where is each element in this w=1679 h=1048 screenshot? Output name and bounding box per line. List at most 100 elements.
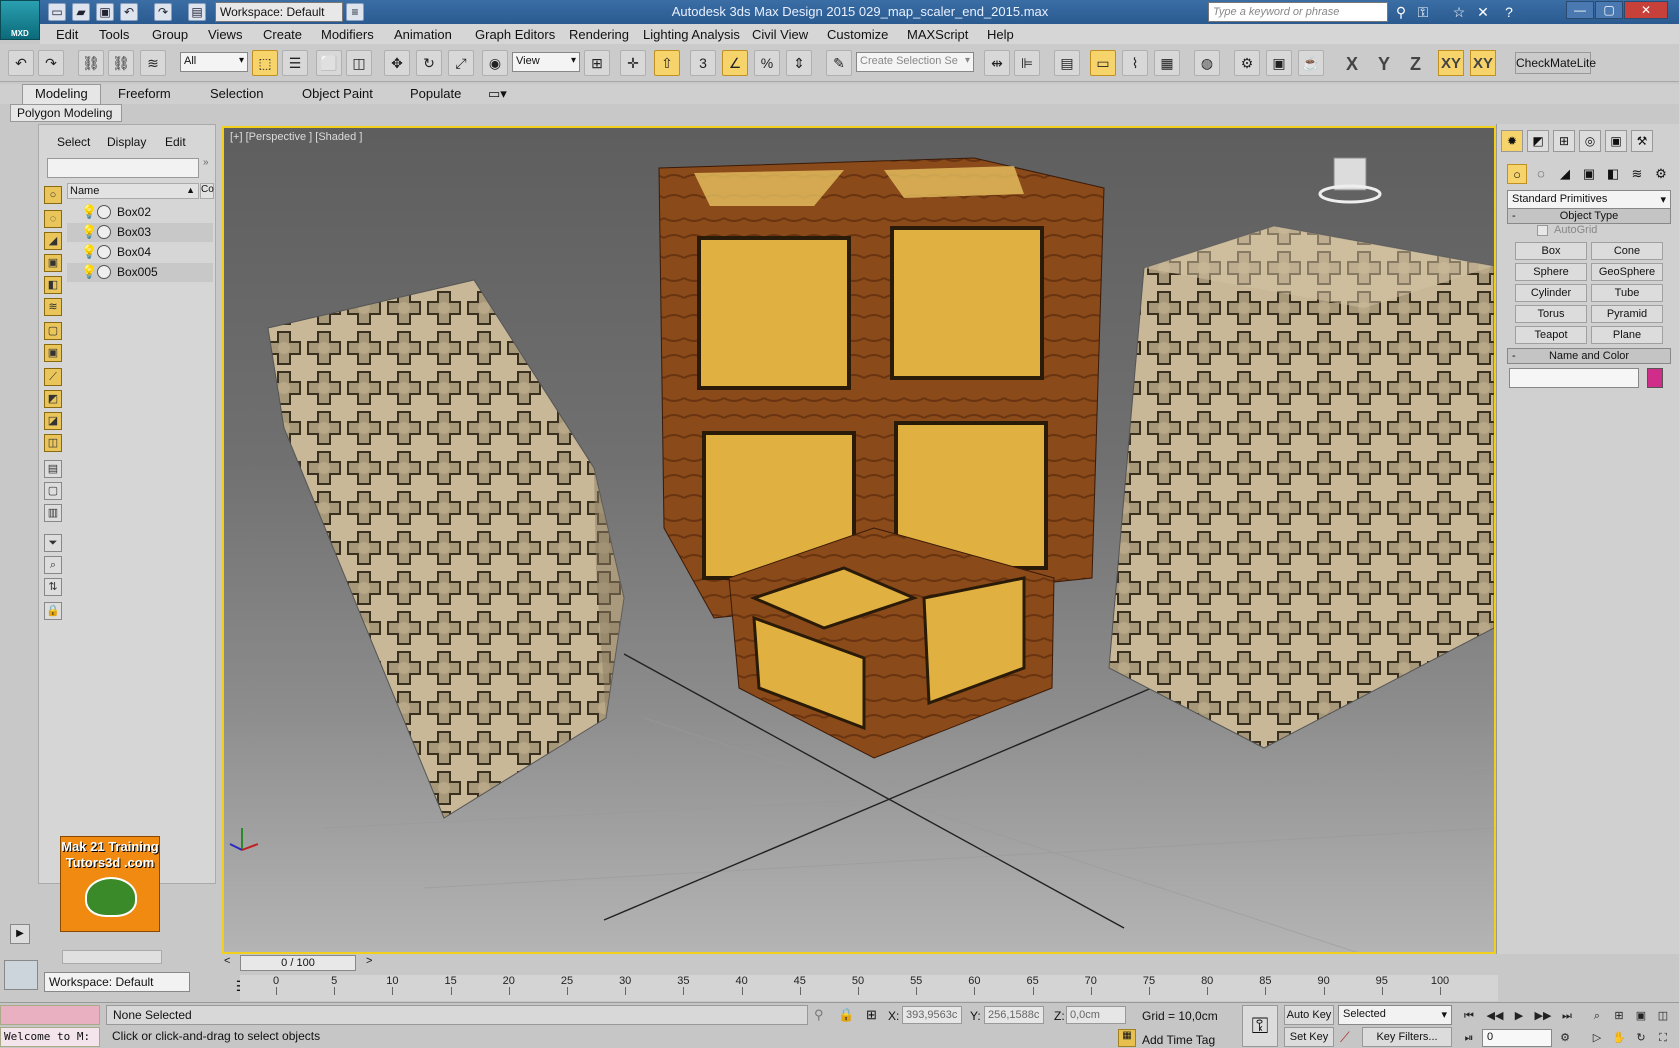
list-item[interactable]: 💡 Box04 [67, 243, 213, 262]
list-item[interactable]: 💡 Box005 [67, 263, 213, 282]
zoom-all-icon[interactable]: ⊞ [1610, 1007, 1628, 1025]
tab-object-paint[interactable]: Object Paint [302, 86, 373, 101]
help-icon[interactable]: ? [1500, 3, 1518, 21]
display-xrefs-icon[interactable]: ▣ [44, 344, 62, 362]
next-frame-icon[interactable]: > [366, 955, 372, 967]
workspace-selector[interactable]: Workspace: Default [44, 972, 190, 992]
layer-manager-icon[interactable]: ▤ [1054, 50, 1080, 76]
sphere-button[interactable]: Sphere [1515, 263, 1587, 281]
explorer-menu-display[interactable]: Display [107, 135, 146, 149]
axis-xy-button[interactable]: XY [1438, 50, 1465, 76]
redo-icon[interactable]: ↷ [154, 3, 172, 21]
autogrid-checkbox[interactable]: AutoGrid [1537, 224, 1597, 236]
display-cameras-icon[interactable]: ▣ [44, 254, 62, 272]
explorer-menu-select[interactable]: Select [57, 135, 90, 149]
link-icon[interactable]: ⛓ [78, 50, 104, 76]
material-editor-icon[interactable]: ◍ [1194, 50, 1220, 76]
menu-edit[interactable]: Edit [56, 27, 78, 42]
key-filters-button[interactable]: Key Filters... [1362, 1027, 1452, 1047]
display-space-warps-icon[interactable]: ≋ [44, 298, 62, 316]
axis-x-button[interactable]: X [1346, 54, 1358, 75]
reference-coordinate-dropdown[interactable]: View [512, 52, 580, 72]
menu-lighting-analysis[interactable]: Lighting Analysis [643, 27, 740, 42]
auto-key-button[interactable]: Auto Key [1284, 1005, 1334, 1025]
time-configuration-icon[interactable]: ⚙ [1556, 1029, 1574, 1047]
placement-icon[interactable]: ◉ [482, 50, 508, 76]
lights-icon[interactable]: ◢ [1555, 164, 1575, 184]
freeze-toggle-icon[interactable] [97, 225, 111, 239]
field-of-view-icon[interactable]: ▷ [1588, 1029, 1606, 1047]
maximize-button[interactable]: ▢ [1595, 1, 1623, 19]
favorite-star-icon[interactable]: ☆ [1450, 3, 1468, 21]
move-icon[interactable]: ✥ [384, 50, 410, 76]
display-lights-icon[interactable]: ◢ [44, 232, 62, 250]
display-none-icon[interactable]: ▢ [44, 482, 62, 500]
display-all-icon[interactable]: ▤ [44, 460, 62, 478]
menu-civil-view[interactable]: Civil View [752, 27, 808, 42]
binoculars-icon[interactable]: ⚲ [1392, 3, 1410, 21]
ribbon-options-icon[interactable]: ▭▾ [488, 86, 507, 102]
align-icon[interactable]: ⊫ [1014, 50, 1040, 76]
axis-xy-cycle-button[interactable]: XY [1470, 50, 1497, 76]
menu-animation[interactable]: Animation [394, 27, 452, 42]
play-icon[interactable]: ▶ [1510, 1007, 1528, 1025]
box-button[interactable]: Box [1515, 242, 1587, 260]
bind-space-warp-icon[interactable]: ≋ [140, 50, 166, 76]
display-tab-icon[interactable]: ▣ [1605, 130, 1627, 152]
tab-modeling[interactable]: Modeling [22, 84, 101, 104]
object-color-swatch[interactable] [1647, 368, 1663, 388]
lock-icon[interactable]: 🔒 [44, 602, 62, 620]
freeze-toggle-icon[interactable] [97, 245, 111, 259]
key-mode-dropdown[interactable]: Selected [1338, 1005, 1452, 1025]
column-header-name[interactable]: Name ▲ [67, 183, 199, 199]
axis-z-button[interactable]: Z [1410, 54, 1421, 75]
app-logo-button[interactable]: MXD [0, 0, 40, 40]
render-setup-icon[interactable]: ⚙ [1234, 50, 1260, 76]
go-to-start-icon[interactable]: ⏮ [1460, 1007, 1478, 1025]
add-time-tag-button[interactable]: Add Time Tag [1142, 1033, 1215, 1047]
torus-button[interactable]: Torus [1515, 305, 1587, 323]
shapes-icon[interactable]: ◌ [1531, 164, 1551, 184]
previous-frame-icon[interactable]: ◀◀ [1486, 1007, 1504, 1025]
menu-views[interactable]: Views [208, 27, 242, 42]
open-file-icon[interactable]: ▰ [72, 3, 90, 21]
axis-y-button[interactable]: Y [1378, 54, 1390, 75]
track-bar[interactable]: 0 5 10 15 20 25 30 35 40 45 50 55 60 65 70 75 80 85 90 95 10… [240, 975, 1498, 1001]
zoom-extents-all-icon[interactable]: ◫ [1654, 1007, 1672, 1025]
qat-menu-icon[interactable]: ≡ [346, 3, 364, 21]
undo-icon[interactable]: ↶ [120, 3, 138, 21]
teapot-button[interactable]: Teapot [1515, 326, 1587, 344]
menu-customize[interactable]: Customize [827, 27, 888, 42]
select-object-icon[interactable]: ⬚ [252, 50, 278, 76]
rotate-icon[interactable]: ↻ [416, 50, 442, 76]
edit-named-selection-icon[interactable]: ✎ [826, 50, 852, 76]
explorer-horizontal-scrollbar[interactable] [62, 950, 162, 964]
percent-snap-icon[interactable]: % [754, 50, 780, 76]
named-selection-set-dropdown[interactable]: Create Selection Se [856, 52, 974, 72]
helpers-icon[interactable]: ◧ [1603, 164, 1623, 184]
undo-icon[interactable]: ↶ [8, 50, 34, 76]
cylinder-button[interactable]: Cylinder [1515, 284, 1587, 302]
motion-tab-icon[interactable]: ◎ [1579, 130, 1601, 152]
tab-freeform[interactable]: Freeform [118, 86, 171, 101]
maximize-viewport-icon[interactable]: ⛶ [1654, 1029, 1672, 1047]
render-production-icon[interactable]: ☕ [1298, 50, 1324, 76]
primitive-category-dropdown[interactable]: Standard Primitives [1507, 190, 1671, 210]
angle-snap-icon[interactable]: ∠ [722, 50, 748, 76]
utilities-tab-icon[interactable]: ⚒ [1631, 130, 1653, 152]
select-manipulate-icon[interactable]: ✛ [620, 50, 646, 76]
explorer-search-input[interactable] [47, 158, 199, 178]
absolute-mode-icon[interactable]: ⊞ [866, 1007, 877, 1023]
pivot-center-icon[interactable]: ⊞ [584, 50, 610, 76]
freeze-toggle-icon[interactable] [97, 205, 111, 219]
tab-selection[interactable]: Selection [210, 86, 263, 101]
light-bulb-icon[interactable]: 💡 [81, 204, 97, 220]
y-coordinate-field[interactable]: 256,1588c [984, 1006, 1044, 1024]
selection-filter-dropdown[interactable]: All [180, 52, 248, 72]
set-key-icon[interactable]: ⚿ [1242, 1005, 1278, 1047]
go-to-end-icon[interactable]: ⏭ [1558, 1007, 1576, 1025]
key-icon[interactable]: ⚿ [1414, 3, 1432, 21]
space-warps-icon[interactable]: ≋ [1627, 164, 1647, 184]
explorer-menu-edit[interactable]: Edit [165, 135, 186, 149]
menu-graph-editors[interactable]: Graph Editors [475, 27, 555, 42]
